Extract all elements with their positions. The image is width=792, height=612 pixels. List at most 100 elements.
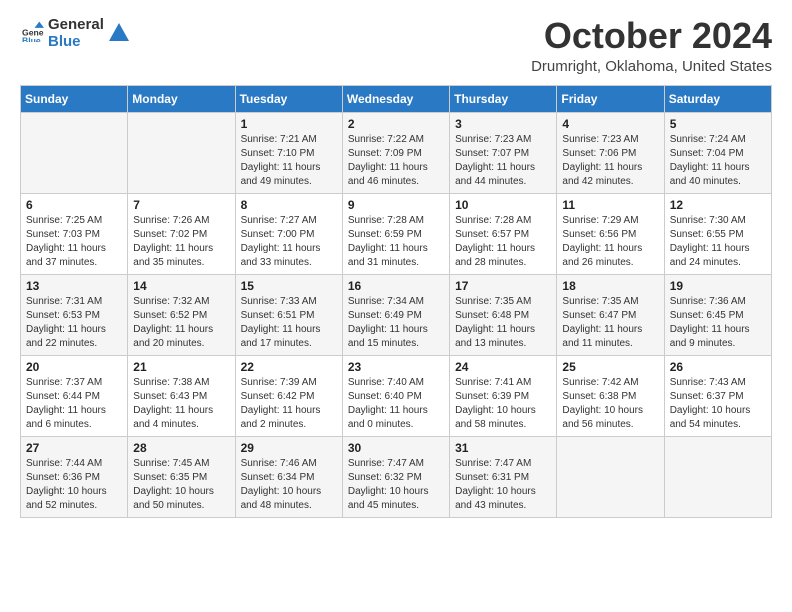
calendar-cell (557, 436, 664, 517)
calendar-cell (664, 436, 771, 517)
cell-info: Sunrise: 7:37 AM Sunset: 6:44 PM Dayligh… (26, 376, 122, 432)
day-number: 9 (348, 198, 444, 212)
cell-info: Sunrise: 7:30 AM Sunset: 6:55 PM Dayligh… (670, 214, 766, 270)
cell-info: Sunrise: 7:47 AM Sunset: 6:31 PM Dayligh… (455, 457, 551, 513)
cell-info: Sunrise: 7:28 AM Sunset: 6:57 PM Dayligh… (455, 214, 551, 270)
day-header-thursday: Thursday (450, 85, 557, 112)
cell-info: Sunrise: 7:36 AM Sunset: 6:45 PM Dayligh… (670, 295, 766, 351)
day-number: 28 (133, 441, 229, 455)
calendar-cell: 18 Sunrise: 7:35 AM Sunset: 6:47 PM Dayli… (557, 274, 664, 355)
day-number: 18 (562, 279, 658, 293)
day-number: 23 (348, 360, 444, 374)
calendar-cell: 6 Sunrise: 7:25 AM Sunset: 7:03 PM Daylig… (21, 193, 128, 274)
location-title: Drumright, Oklahoma, United States (531, 58, 772, 75)
cell-info: Sunrise: 7:28 AM Sunset: 6:59 PM Dayligh… (348, 214, 444, 270)
calendar-cell: 5Sunrise: 7:24 AM Sunset: 7:04 PM Daylig… (664, 112, 771, 193)
calendar-cell: 13 Sunrise: 7:31 AM Sunset: 6:53 PM Dayli… (21, 274, 128, 355)
calendar-cell: 9 Sunrise: 7:28 AM Sunset: 6:59 PM Daylig… (342, 193, 449, 274)
day-number: 19 (670, 279, 766, 293)
calendar-cell: 28Sunrise: 7:45 AM Sunset: 6:35 PM Dayli… (128, 436, 235, 517)
calendar-cell: 29Sunrise: 7:46 AM Sunset: 6:34 PM Dayli… (235, 436, 342, 517)
day-number: 2 (348, 117, 444, 131)
day-number: 11 (562, 198, 658, 212)
calendar-week-3: 13 Sunrise: 7:31 AM Sunset: 6:53 PM Dayli… (21, 274, 772, 355)
day-number: 6 (26, 198, 122, 212)
day-header-monday: Monday (128, 85, 235, 112)
cell-info: Sunrise: 7:29 AM Sunset: 6:56 PM Dayligh… (562, 214, 658, 270)
cell-info: Sunrise: 7:42 AM Sunset: 6:38 PM Dayligh… (562, 376, 658, 432)
calendar-cell: 22 Sunrise: 7:39 AM Sunset: 6:42 PM Dayli… (235, 355, 342, 436)
cell-info: Sunrise: 7:21 AM Sunset: 7:10 PM Dayligh… (241, 133, 337, 189)
calendar-cell: 27Sunrise: 7:44 AM Sunset: 6:36 PM Dayli… (21, 436, 128, 517)
title-area: October 2024 Drumright, Oklahoma, United… (531, 16, 772, 75)
header-row: SundayMondayTuesdayWednesdayThursdayFrid… (21, 85, 772, 112)
calendar-week-4: 20 Sunrise: 7:37 AM Sunset: 6:44 PM Dayli… (21, 355, 772, 436)
calendar-cell: 3Sunrise: 7:23 AM Sunset: 7:07 PM Daylig… (450, 112, 557, 193)
calendar-cell: 12 Sunrise: 7:30 AM Sunset: 6:55 PM Dayli… (664, 193, 771, 274)
cell-info: Sunrise: 7:44 AM Sunset: 6:36 PM Dayligh… (26, 457, 122, 513)
calendar-week-5: 27Sunrise: 7:44 AM Sunset: 6:36 PM Dayli… (21, 436, 772, 517)
calendar-cell: 25 Sunrise: 7:42 AM Sunset: 6:38 PM Dayli… (557, 355, 664, 436)
cell-info: Sunrise: 7:35 AM Sunset: 6:48 PM Dayligh… (455, 295, 551, 351)
day-number: 8 (241, 198, 337, 212)
month-title: October 2024 (531, 16, 772, 56)
cell-info: Sunrise: 7:47 AM Sunset: 6:32 PM Dayligh… (348, 457, 444, 513)
logo-arrow-icon (109, 23, 129, 41)
cell-info: Sunrise: 7:31 AM Sunset: 6:53 PM Dayligh… (26, 295, 122, 351)
cell-info: Sunrise: 7:22 AM Sunset: 7:09 PM Dayligh… (348, 133, 444, 189)
calendar-cell: 20 Sunrise: 7:37 AM Sunset: 6:44 PM Dayli… (21, 355, 128, 436)
calendar-cell: 16Sunrise: 7:34 AM Sunset: 6:49 PM Dayli… (342, 274, 449, 355)
cell-info: Sunrise: 7:32 AM Sunset: 6:52 PM Dayligh… (133, 295, 229, 351)
logo-general-text: General (48, 16, 104, 33)
day-header-sunday: Sunday (21, 85, 128, 112)
calendar-cell: 15Sunrise: 7:33 AM Sunset: 6:51 PM Dayli… (235, 274, 342, 355)
cell-info: Sunrise: 7:25 AM Sunset: 7:03 PM Dayligh… (26, 214, 122, 270)
day-number: 12 (670, 198, 766, 212)
calendar-cell: 8 Sunrise: 7:27 AM Sunset: 7:00 PM Daylig… (235, 193, 342, 274)
day-number: 13 (26, 279, 122, 293)
calendar-cell (21, 112, 128, 193)
calendar-cell: 11 Sunrise: 7:29 AM Sunset: 6:56 PM Dayli… (557, 193, 664, 274)
calendar-cell: 23Sunrise: 7:40 AM Sunset: 6:40 PM Dayli… (342, 355, 449, 436)
svg-text:Blue: Blue (22, 35, 41, 41)
calendar-cell: 30 Sunrise: 7:47 AM Sunset: 6:32 PM Dayli… (342, 436, 449, 517)
logo-blue-text: Blue (48, 33, 104, 50)
day-number: 16 (348, 279, 444, 293)
calendar-cell: 26 Sunrise: 7:43 AM Sunset: 6:37 PM Dayli… (664, 355, 771, 436)
day-number: 1 (241, 117, 337, 131)
calendar-cell: 4Sunrise: 7:23 AM Sunset: 7:06 PM Daylig… (557, 112, 664, 193)
day-number: 30 (348, 441, 444, 455)
day-number: 29 (241, 441, 337, 455)
calendar-cell: 24 Sunrise: 7:41 AM Sunset: 6:39 PM Dayli… (450, 355, 557, 436)
calendar-cell: 7 Sunrise: 7:26 AM Sunset: 7:02 PM Daylig… (128, 193, 235, 274)
day-number: 24 (455, 360, 551, 374)
cell-info: Sunrise: 7:27 AM Sunset: 7:00 PM Dayligh… (241, 214, 337, 270)
cell-info: Sunrise: 7:35 AM Sunset: 6:47 PM Dayligh… (562, 295, 658, 351)
calendar-cell (128, 112, 235, 193)
cell-info: Sunrise: 7:39 AM Sunset: 6:42 PM Dayligh… (241, 376, 337, 432)
calendar-cell: 21Sunrise: 7:38 AM Sunset: 6:43 PM Dayli… (128, 355, 235, 436)
day-number: 14 (133, 279, 229, 293)
day-number: 4 (562, 117, 658, 131)
logo: General Blue General Blue (20, 16, 129, 51)
calendar-cell: 10 Sunrise: 7:28 AM Sunset: 6:57 PM Dayli… (450, 193, 557, 274)
day-number: 20 (26, 360, 122, 374)
day-header-tuesday: Tuesday (235, 85, 342, 112)
day-number: 7 (133, 198, 229, 212)
cell-info: Sunrise: 7:43 AM Sunset: 6:37 PM Dayligh… (670, 376, 766, 432)
day-number: 22 (241, 360, 337, 374)
day-number: 17 (455, 279, 551, 293)
calendar-cell: 2 Sunrise: 7:22 AM Sunset: 7:09 PM Daylig… (342, 112, 449, 193)
calendar-cell: 19 Sunrise: 7:36 AM Sunset: 6:45 PM Dayli… (664, 274, 771, 355)
cell-info: Sunrise: 7:33 AM Sunset: 6:51 PM Dayligh… (241, 295, 337, 351)
day-number: 25 (562, 360, 658, 374)
day-header-friday: Friday (557, 85, 664, 112)
day-number: 21 (133, 360, 229, 374)
day-number: 5 (670, 117, 766, 131)
day-number: 10 (455, 198, 551, 212)
cell-info: Sunrise: 7:26 AM Sunset: 7:02 PM Dayligh… (133, 214, 229, 270)
day-number: 26 (670, 360, 766, 374)
logo-icon: General Blue (22, 20, 44, 42)
cell-info: Sunrise: 7:41 AM Sunset: 6:39 PM Dayligh… (455, 376, 551, 432)
calendar-cell: 1 Sunrise: 7:21 AM Sunset: 7:10 PM Daylig… (235, 112, 342, 193)
